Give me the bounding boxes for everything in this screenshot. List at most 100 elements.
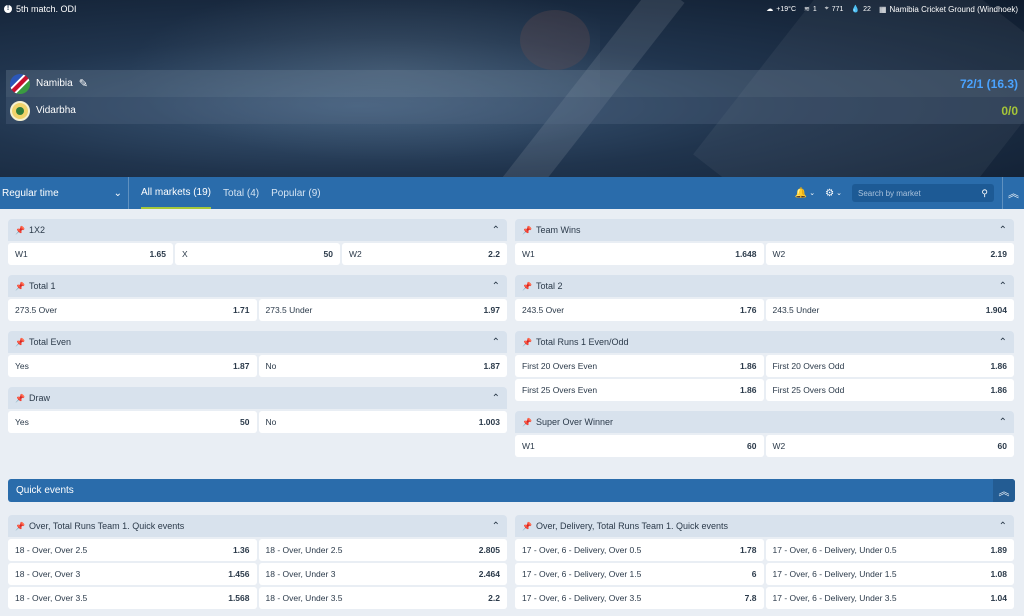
odds-value: 1.04 — [990, 593, 1007, 603]
odds-button[interactable]: 18 - Over, Under 2.5 2.805 — [258, 539, 507, 561]
odds-button[interactable]: 18 - Over, Over 3.5 1.568 — [8, 587, 257, 609]
odds-button[interactable]: First 20 Overs Odd 1.86 — [765, 355, 1014, 377]
pin-icon[interactable]: 📌 — [15, 394, 25, 403]
outcome-label: 18 - Over, Under 2.5 — [265, 545, 343, 555]
bat-icon: ✎ — [78, 78, 88, 90]
outcome-label: 18 - Over, Over 2.5 — [15, 545, 88, 555]
odds-value: 1.87 — [232, 361, 250, 371]
market-header[interactable]: 📌 Draw ⌃ — [8, 387, 507, 409]
tab-all-markets[interactable]: All markets (19) — [141, 177, 212, 209]
outcome-label: 17 - Over, 6 - Delivery, Over 3.5 — [522, 593, 642, 603]
chevron-up-icon: ⌃ — [491, 392, 500, 404]
market-title: Super Over Winner — [535, 417, 613, 427]
pin-icon[interactable]: 📌 — [522, 418, 532, 427]
outcome-label: Yes — [15, 417, 29, 427]
odds-button[interactable]: 17 - Over, 6 - Delivery, Over 3.5 7.8 — [515, 587, 764, 609]
odds-button[interactable]: 18 - Over, Under 3.5 2.2 — [258, 587, 507, 609]
tab-total[interactable]: Total (4) — [223, 177, 259, 209]
odds-value: 1.904 — [985, 305, 1007, 315]
market-card: 📌 Total 2 ⌃ 243.5 Over 1.76 243.5 Under 1.9… — [515, 275, 1014, 321]
double-chevron-up-icon[interactable]: ︽ — [993, 479, 1015, 502]
market-header[interactable]: 📌 Total 2 ⌃ — [515, 275, 1014, 297]
odds-button[interactable]: 243.5 Over 1.76 — [515, 299, 764, 321]
notifications-button[interactable]: 🔔 ⌄ — [795, 188, 815, 199]
pin-icon[interactable]: 📌 — [15, 338, 25, 347]
pin-icon[interactable]: 📌 — [522, 522, 532, 531]
quick-events-header[interactable]: Quick events ︽ — [8, 479, 1015, 502]
odds-button[interactable]: W2 60 — [765, 435, 1014, 457]
market-card: 📌 Total Runs 1 Even/Odd ⌃ First 20 Overs … — [515, 331, 1014, 401]
odds-value: 1.97 — [483, 305, 500, 315]
namibia-flag-icon — [10, 73, 30, 94]
pin-icon[interactable]: 📌 — [15, 226, 25, 235]
odds-value: 1.456 — [228, 569, 250, 579]
outcome-label: First 25 Overs Odd — [772, 385, 845, 395]
wind-value: 1 — [812, 5, 817, 13]
odds-button[interactable]: 18 - Over, Over 3 1.456 — [8, 563, 257, 585]
chevron-up-icon: ⌃ — [491, 520, 500, 532]
market-header[interactable]: 📌 Super Over Winner ⌃ — [515, 411, 1014, 433]
market-header[interactable]: 📌 Over, Total Runs Team 1. Quick events ⌃ — [8, 515, 507, 537]
period-select[interactable]: Regular time ⌄ — [0, 177, 129, 209]
info-icon[interactable]: ! — [4, 5, 12, 13]
odds-value: 50 — [323, 249, 333, 259]
outcome-label: 273.5 Over — [15, 305, 58, 315]
odds-button[interactable]: Yes 1.87 — [8, 355, 257, 377]
collapse-header-button[interactable]: ︽ — [1002, 177, 1024, 209]
odds-button[interactable]: 18 - Over, Under 3 2.464 — [258, 563, 507, 585]
odds-button[interactable]: First 20 Overs Even 1.86 — [515, 355, 764, 377]
quick-events-column-left: 📌 Over, Total Runs Team 1. Quick events ⌃… — [8, 505, 507, 609]
market-header[interactable]: 📌 Total 1 ⌃ — [8, 275, 507, 297]
odds-button[interactable]: 17 - Over, 6 - Delivery, Under 0.5 1.89 — [765, 539, 1014, 561]
outcome-label: 17 - Over, 6 - Delivery, Under 0.5 — [772, 545, 897, 555]
odds-button[interactable]: W1 1.648 — [515, 243, 764, 265]
pin-icon[interactable]: 📌 — [15, 282, 25, 291]
chevron-up-icon: ⌃ — [491, 336, 500, 348]
pin-icon[interactable]: 📌 — [522, 338, 532, 347]
outcome-label: 17 - Over, 6 - Delivery, Over 1.5 — [522, 569, 642, 579]
outcome-label: W2 — [772, 441, 786, 451]
odds-button[interactable]: W2 2.19 — [765, 243, 1014, 265]
odds-button[interactable]: 243.5 Under 1.904 — [765, 299, 1014, 321]
settings-button[interactable]: ⚙ ⌄ — [825, 188, 842, 199]
market-header[interactable]: 📌 Over, Delivery, Total Runs Team 1. Quic… — [515, 515, 1014, 537]
odds-button[interactable]: No 1.87 — [258, 355, 507, 377]
search-input[interactable] — [858, 188, 968, 198]
pin-icon[interactable]: 📌 — [522, 282, 532, 291]
odds-button[interactable]: First 25 Overs Odd 1.86 — [765, 379, 1014, 401]
odds-button[interactable]: W1 1.65 — [8, 243, 173, 265]
odds-button[interactable]: First 25 Overs Even 1.86 — [515, 379, 764, 401]
odds-button[interactable]: 17 - Over, 6 - Delivery, Under 1.5 1.08 — [765, 563, 1014, 585]
market-header[interactable]: 📌 Team Wins ⌃ — [515, 219, 1014, 241]
pin-icon[interactable]: 📌 — [15, 522, 25, 531]
chevron-up-icon: ⌃ — [998, 224, 1007, 236]
odds-button[interactable]: 273.5 Under 1.97 — [258, 299, 507, 321]
team-name: Vidarbha — [36, 105, 76, 116]
team-score: 72/1 (16.3) — [959, 76, 1018, 91]
outcome-label: 273.5 Under — [265, 305, 313, 315]
chevron-up-icon: ⌃ — [998, 416, 1007, 428]
odds-button[interactable]: 17 - Over, 6 - Delivery, Over 0.5 1.78 — [515, 539, 764, 561]
odds-button[interactable]: 273.5 Over 1.71 — [8, 299, 257, 321]
quick-events-label: Quick events — [16, 485, 74, 496]
market-header[interactable]: 📌 Total Runs 1 Even/Odd ⌃ — [515, 331, 1014, 353]
odds-value: 7.8 — [744, 593, 757, 603]
odds-button[interactable]: X 50 — [175, 243, 340, 265]
odds-button[interactable]: W1 60 — [515, 435, 764, 457]
odds-value: 1.86 — [990, 361, 1007, 371]
odds-button[interactable]: 17 - Over, 6 - Delivery, Over 1.5 6 — [515, 563, 764, 585]
pin-icon[interactable]: 📌 — [522, 226, 532, 235]
odds-button[interactable]: No 1.003 — [258, 411, 507, 433]
odds-button[interactable]: 18 - Over, Over 2.5 1.36 — [8, 539, 257, 561]
odds-button[interactable]: 17 - Over, 6 - Delivery, Under 3.5 1.04 — [765, 587, 1014, 609]
market-header[interactable]: 📌 1X2 ⌃ — [8, 219, 507, 241]
market-card: 📌 1X2 ⌃ W1 1.65 X 50 W2 2.2 — [8, 219, 507, 265]
odds-button[interactable]: W2 2.2 — [342, 243, 507, 265]
tab-popular[interactable]: Popular (9) — [271, 177, 320, 209]
market-title: Total 2 — [535, 281, 563, 291]
odds-value: 1.08 — [990, 569, 1007, 579]
market-header[interactable]: 📌 Total Even ⌃ — [8, 331, 507, 353]
search-icon[interactable]: ⚲ — [981, 188, 988, 199]
odds-button[interactable]: Yes 50 — [8, 411, 257, 433]
scoreboard: Namibia ✎ 72/1 (16.3) Vidarbha 0/0 — [6, 70, 1024, 124]
